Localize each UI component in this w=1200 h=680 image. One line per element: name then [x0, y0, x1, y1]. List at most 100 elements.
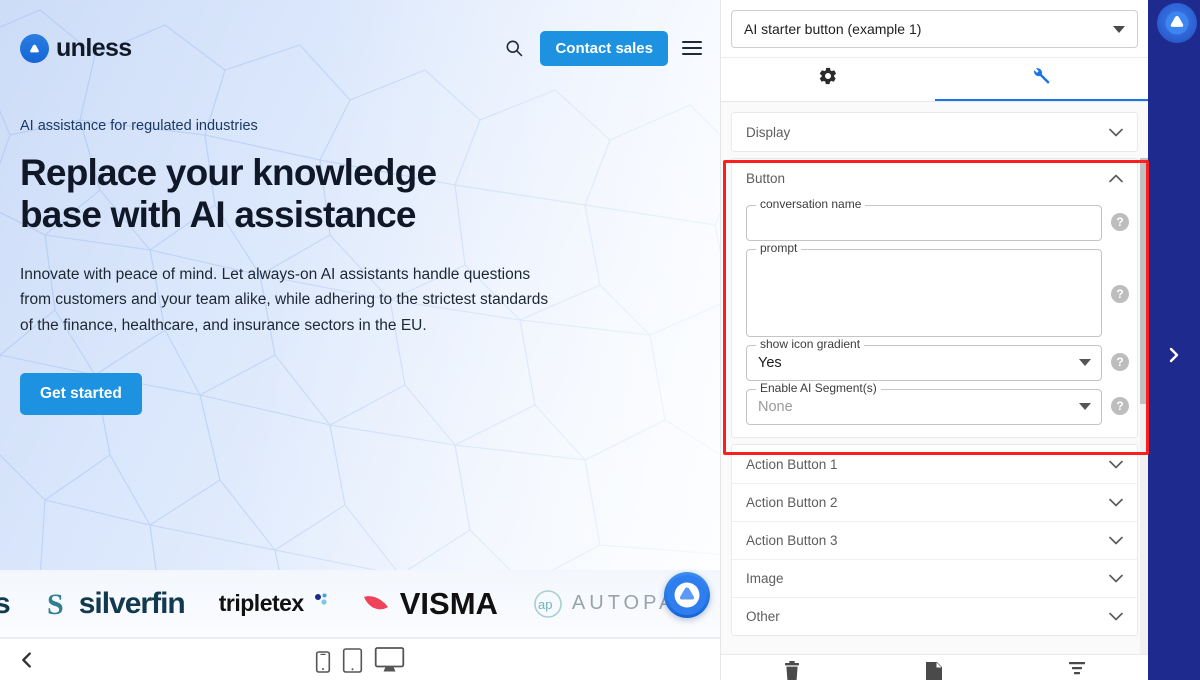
search-icon[interactable] — [502, 36, 526, 60]
section-other[interactable]: Other — [732, 597, 1137, 635]
prompt-value — [747, 250, 1101, 336]
tripletex-dots-icon — [314, 593, 327, 605]
hero-content: AI assistance for regulated industries R… — [20, 118, 580, 416]
enable-ai-segments-label: Enable AI Segment(s) — [756, 382, 881, 394]
chevron-down-icon — [1079, 354, 1091, 372]
svg-text:ap: ap — [538, 597, 552, 612]
section-button-label: Button — [746, 170, 786, 186]
field-conversation-name-row: conversation name ? — [732, 197, 1137, 241]
conversation-name-label: conversation name — [756, 198, 866, 210]
experience-selector[interactable]: AI starter button (example 1) — [731, 10, 1138, 48]
silverfin-mark-icon: S — [47, 588, 64, 621]
site-logo[interactable]: unless — [20, 33, 132, 63]
conversation-name-input[interactable]: conversation name — [746, 198, 1102, 241]
conversation-name-help-icon[interactable]: ? — [1111, 213, 1129, 231]
unless-logo-icon — [20, 33, 49, 63]
get-started-button[interactable]: Get started — [20, 373, 142, 416]
section-image[interactable]: Image — [732, 559, 1137, 597]
site-header: unless Contact sales — [0, 0, 720, 96]
chevron-down-icon — [1109, 125, 1123, 140]
logo-partial-left: s — [0, 587, 11, 621]
desktop-icon[interactable] — [374, 646, 405, 673]
chevron-down-icon — [1109, 571, 1123, 586]
section-display-header[interactable]: Display — [732, 113, 1137, 151]
svg-text:S: S — [47, 588, 64, 621]
hero-title-line-2: base with AI assistance — [20, 193, 416, 235]
collapsed-sections: Action Button 1 Action Button 2 Action B… — [731, 444, 1138, 636]
section-action-button-3-label: Action Button 3 — [746, 533, 838, 548]
hero-title: Replace your knowledge base with AI assi… — [20, 152, 520, 236]
editor-tabs — [721, 58, 1148, 102]
editor-scrollbar[interactable] — [1140, 158, 1148, 654]
show-icon-gradient-label: show icon gradient — [756, 338, 865, 350]
section-button-header[interactable]: Button — [732, 159, 1137, 197]
enable-ai-segments-select[interactable]: Enable AI Segment(s) None — [746, 382, 1102, 425]
chevron-down-icon — [1109, 495, 1123, 510]
site-logo-text: unless — [56, 33, 132, 62]
section-button: Button conversation name ? prompt ? show… — [731, 158, 1138, 438]
section-display-label: Display — [746, 124, 791, 140]
device-preview-toolbar — [0, 638, 720, 680]
settings-tab[interactable] — [721, 58, 935, 101]
editor-sections-scroll: Display Button conversation name ? promp… — [721, 102, 1148, 654]
show-icon-gradient-help-icon[interactable]: ? — [1111, 353, 1129, 371]
prompt-label: prompt — [756, 242, 802, 254]
duplicate-icon[interactable] — [924, 661, 944, 680]
section-action-button-1-label: Action Button 1 — [746, 456, 838, 472]
website-preview: unless Contact sales AI assistance for r… — [0, 0, 720, 680]
app-root: unless Contact sales AI assistance for r… — [0, 0, 1200, 680]
section-image-label: Image — [746, 571, 784, 586]
logo-silverfin: S silverfin — [46, 586, 186, 621]
device-size-selector — [315, 646, 405, 673]
chevron-down-icon — [1113, 21, 1125, 37]
back-chevron-icon[interactable] — [16, 649, 38, 671]
show-icon-gradient-value: Yes — [758, 355, 782, 371]
unless-logo-icon[interactable] — [1157, 3, 1197, 43]
wrench-icon — [1031, 66, 1051, 91]
prompt-help-icon[interactable]: ? — [1111, 285, 1129, 303]
autopay-mark-icon: ap — [534, 589, 562, 618]
field-enable-ai-segments-row: Enable AI Segment(s) None ? — [732, 381, 1137, 425]
site-header-actions: Contact sales — [502, 30, 702, 66]
tools-tab[interactable] — [934, 58, 1148, 101]
logo-tripletex: tripletex — [219, 590, 328, 617]
gear-icon — [818, 66, 838, 91]
hero-paragraph: Innovate with peace of mind. Let always-… — [20, 265, 549, 335]
customer-logos-strip: s S silverfin tripletex VISMA — [0, 570, 720, 638]
chevron-down-icon — [1079, 398, 1091, 416]
section-action-button-2-label: Action Button 2 — [746, 495, 838, 510]
editor-header: AI starter button (example 1) — [721, 0, 1148, 58]
tablet-icon[interactable] — [342, 647, 363, 673]
field-show-icon-gradient-row: show icon gradient Yes ? — [732, 337, 1137, 381]
chevron-down-icon — [1109, 533, 1123, 548]
section-other-label: Other — [746, 609, 780, 624]
section-action-button-2[interactable]: Action Button 2 — [732, 483, 1137, 521]
chevron-right-icon[interactable] — [1148, 340, 1200, 370]
show-icon-gradient-select[interactable]: show icon gradient Yes — [746, 338, 1102, 381]
section-display[interactable]: Display — [731, 112, 1138, 152]
experience-selector-value: AI starter button (example 1) — [744, 21, 922, 37]
chevron-up-icon — [1109, 171, 1123, 186]
section-action-button-1[interactable]: Action Button 1 — [732, 445, 1137, 483]
hero-title-line-1: Replace your knowledge — [20, 152, 437, 193]
section-action-button-3[interactable]: Action Button 3 — [732, 521, 1137, 559]
hero-eyebrow: AI assistance for regulated industries — [20, 118, 258, 134]
mobile-icon[interactable] — [315, 650, 331, 673]
align-icon[interactable] — [1068, 661, 1086, 680]
chat-assistant-icon[interactable] — [664, 572, 710, 618]
app-right-rail — [1148, 0, 1200, 680]
editor-bottom-toolbar — [721, 654, 1148, 680]
enable-ai-segments-help-icon[interactable]: ? — [1111, 397, 1129, 415]
experience-editor-panel: AI starter button (example 1) Display Bu… — [720, 0, 1148, 680]
prompt-textarea[interactable]: prompt — [746, 242, 1102, 337]
contact-sales-button[interactable]: Contact sales — [540, 30, 668, 66]
logo-visma: VISMA — [362, 586, 498, 622]
field-prompt-row: prompt ? — [732, 241, 1137, 337]
delete-icon[interactable] — [783, 661, 801, 680]
chevron-down-icon — [1109, 609, 1123, 624]
hamburger-menu-icon[interactable] — [682, 41, 702, 55]
visma-mark-icon — [363, 595, 388, 609]
enable-ai-segments-value: None — [758, 399, 793, 415]
conversation-name-value — [747, 206, 1101, 240]
editor-scrollbar-thumb[interactable] — [1140, 158, 1148, 404]
